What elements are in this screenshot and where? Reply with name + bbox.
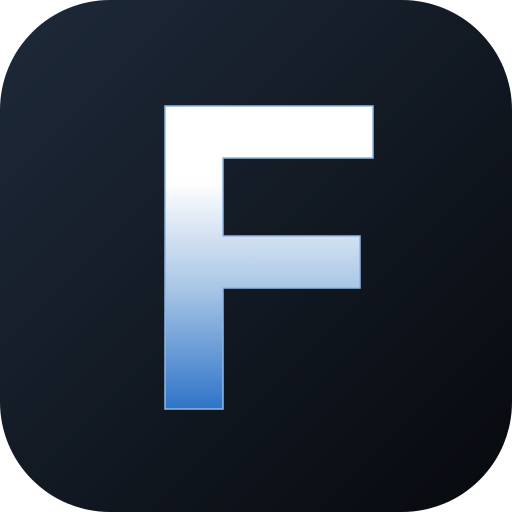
app-icon: F bbox=[0, 0, 512, 512]
app-icon-graphic: F bbox=[0, 0, 512, 512]
